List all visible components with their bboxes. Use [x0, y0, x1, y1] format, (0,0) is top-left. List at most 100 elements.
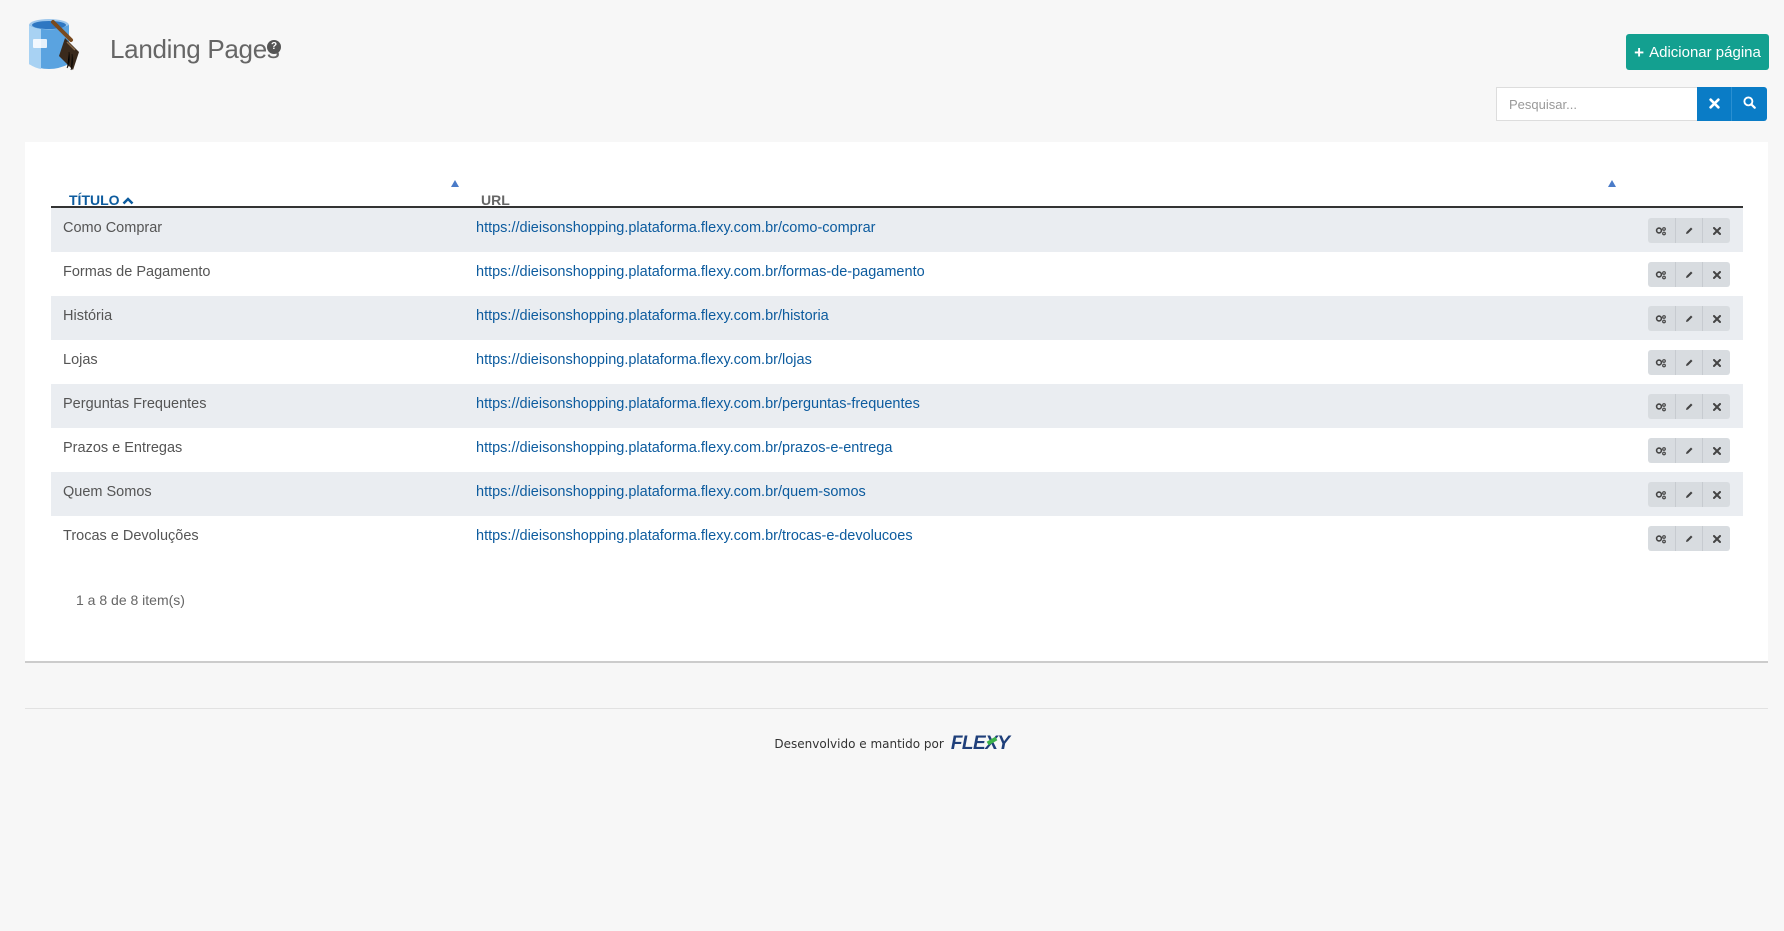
row-url-link[interactable]: https://dieisonshopping.plataforma.flexy… — [476, 396, 920, 412]
row-title: Formas de Pagamento — [63, 264, 211, 280]
settings-button[interactable] — [1648, 218, 1676, 243]
edit-icon — [1684, 358, 1694, 368]
row-actions — [1648, 394, 1730, 419]
settings-icon — [1655, 358, 1667, 368]
settings-button[interactable] — [1648, 306, 1676, 331]
settings-icon — [1655, 490, 1667, 500]
settings-icon — [1655, 270, 1667, 280]
flexy-logo[interactable]: FLE X Y — [951, 733, 1010, 755]
edit-button[interactable] — [1676, 350, 1704, 375]
landing-pages-panel: TÍTULO URL Como Comprar https://dieisonsh… — [25, 142, 1768, 663]
edit-button[interactable] — [1676, 482, 1704, 507]
delete-button[interactable] — [1703, 218, 1730, 243]
edit-icon — [1684, 446, 1694, 456]
settings-button[interactable] — [1648, 526, 1676, 551]
edit-icon — [1684, 490, 1694, 500]
row-actions — [1648, 262, 1730, 287]
column-header-url[interactable]: URL — [481, 192, 510, 208]
table-row: Quem Somos https://dieisonshopping.plataf… — [51, 472, 1743, 516]
edit-button[interactable] — [1676, 438, 1704, 463]
edit-button[interactable] — [1676, 262, 1704, 287]
row-url-link[interactable]: https://dieisonshopping.plataforma.flexy… — [476, 528, 913, 544]
delete-button[interactable] — [1703, 262, 1730, 287]
edit-button[interactable] — [1676, 526, 1704, 551]
search-button[interactable] — [1732, 87, 1767, 121]
delete-icon — [1712, 402, 1721, 411]
footer: Desenvolvido e mantido por FLE X Y — [0, 733, 1784, 755]
settings-button[interactable] — [1648, 438, 1676, 463]
search-input[interactable] — [1496, 87, 1697, 121]
delete-icon — [1712, 490, 1721, 499]
add-page-button-label: Adicionar página — [1649, 43, 1761, 61]
sort-indicator-icon[interactable] — [451, 180, 459, 187]
row-url-link[interactable]: https://dieisonshopping.plataforma.flexy… — [476, 220, 875, 236]
row-url-link[interactable]: https://dieisonshopping.plataforma.flexy… — [476, 352, 812, 368]
delete-button[interactable] — [1703, 394, 1730, 419]
row-title: Perguntas Frequentes — [63, 396, 207, 412]
page-header: Landing Pages ? — [25, 12, 1769, 82]
edit-button[interactable] — [1676, 306, 1704, 331]
footer-divider — [25, 708, 1768, 709]
table-row: Como Comprar https://dieisonshopping.plat… — [51, 208, 1743, 252]
table-row: História https://dieisonshopping.platafor… — [51, 296, 1743, 340]
table-body: Como Comprar https://dieisonshopping.plat… — [51, 208, 1743, 560]
table-row: Prazos e Entregas https://dieisonshopping… — [51, 428, 1743, 472]
help-icon[interactable]: ? — [267, 40, 281, 54]
footer-text: Desenvolvido e mantido por — [774, 737, 944, 751]
delete-button[interactable] — [1703, 350, 1730, 375]
delete-icon — [1712, 314, 1721, 323]
row-actions — [1648, 350, 1730, 375]
column-header-title[interactable]: TÍTULO — [69, 192, 134, 208]
delete-icon — [1712, 358, 1721, 367]
edit-icon — [1684, 226, 1694, 236]
table-header: TÍTULO URL — [51, 170, 1743, 208]
settings-button[interactable] — [1648, 394, 1676, 419]
delete-button[interactable] — [1703, 438, 1730, 463]
row-actions — [1648, 526, 1730, 551]
column-header-title-label: TÍTULO — [69, 192, 120, 208]
delete-button[interactable] — [1703, 526, 1730, 551]
row-actions — [1648, 306, 1730, 331]
settings-icon — [1655, 534, 1667, 544]
landing-pages-table: TÍTULO URL Como Comprar https://dieisonsh… — [51, 170, 1743, 560]
delete-button[interactable] — [1703, 306, 1730, 331]
delete-icon — [1712, 226, 1721, 235]
page-title: Landing Pages — [110, 34, 280, 64]
row-url-link[interactable]: https://dieisonshopping.plataforma.flexy… — [476, 308, 829, 324]
delete-button[interactable] — [1703, 482, 1730, 507]
delete-icon — [1712, 270, 1721, 279]
settings-button[interactable] — [1648, 350, 1676, 375]
edit-icon — [1684, 270, 1694, 280]
plus-icon: + — [1634, 42, 1645, 62]
table-row: Perguntas Frequentes https://dieisonshopp… — [51, 384, 1743, 428]
row-url-link[interactable]: https://dieisonshopping.plataforma.flexy… — [476, 440, 892, 456]
settings-button[interactable] — [1648, 482, 1676, 507]
delete-icon — [1712, 534, 1721, 543]
edit-button[interactable] — [1676, 394, 1704, 419]
close-icon — [1708, 97, 1720, 112]
edit-button[interactable] — [1676, 218, 1704, 243]
edit-icon — [1684, 402, 1694, 412]
row-actions — [1648, 482, 1730, 507]
edit-icon — [1684, 314, 1694, 324]
table-row: Formas de Pagamento https://dieisonshoppi… — [51, 252, 1743, 296]
sort-indicator-icon[interactable] — [1608, 180, 1616, 187]
settings-icon — [1655, 446, 1667, 456]
clear-search-button[interactable] — [1697, 87, 1732, 121]
row-title: Lojas — [63, 352, 98, 368]
add-page-button[interactable]: + Adicionar página — [1626, 34, 1769, 70]
row-title: Prazos e Entregas — [63, 440, 183, 456]
settings-button[interactable] — [1648, 262, 1676, 287]
pager-info: 1 a 8 de 8 item(s) — [76, 592, 185, 608]
row-actions — [1648, 438, 1730, 463]
edit-icon — [1684, 534, 1694, 544]
row-title: Quem Somos — [63, 484, 152, 500]
table-row: Lojas https://dieisonshopping.plataforma.… — [51, 340, 1743, 384]
row-title: Como Comprar — [63, 220, 163, 236]
row-url-link[interactable]: https://dieisonshopping.plataforma.flexy… — [476, 264, 925, 280]
paint-bucket-icon — [25, 12, 85, 76]
sort-ascending-icon — [122, 192, 134, 208]
delete-icon — [1712, 446, 1721, 455]
row-title: História — [63, 308, 113, 324]
row-url-link[interactable]: https://dieisonshopping.plataforma.flexy… — [476, 484, 866, 500]
